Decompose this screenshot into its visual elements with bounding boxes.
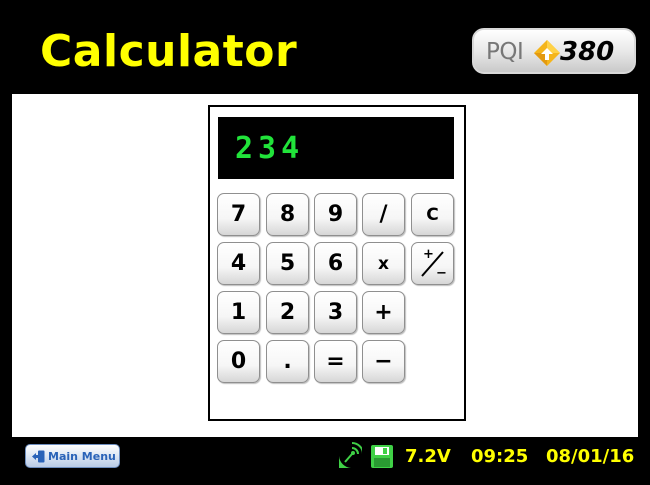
- key-2[interactable]: 2: [266, 291, 309, 334]
- key-1[interactable]: 1: [217, 291, 260, 334]
- key-plus-minus[interactable]: + −: [411, 242, 454, 285]
- key-7[interactable]: 7: [217, 193, 260, 236]
- header-bar: Calculator PQI 380: [12, 10, 638, 94]
- logo-arrow-icon: [534, 40, 560, 66]
- floppy-disk-icon: [371, 445, 393, 468]
- key-clear[interactable]: C: [411, 193, 454, 236]
- page-title: Calculator: [40, 26, 298, 77]
- logo-text: PQI: [486, 39, 524, 65]
- main-area: 234 7 8 9 / C 4 5 6 x + − 1 2 3 + 0 . = …: [12, 94, 638, 437]
- main-menu-button[interactable]: Main Menu: [25, 444, 120, 468]
- key-4[interactable]: 4: [217, 242, 260, 285]
- battery-voltage: 7.2V: [405, 446, 451, 467]
- key-5[interactable]: 5: [266, 242, 309, 285]
- clock-time: 09:25: [471, 446, 529, 467]
- main-menu-label: Main Menu: [48, 449, 116, 463]
- key-plus[interactable]: +: [362, 291, 405, 334]
- key-0[interactable]: 0: [217, 340, 260, 383]
- satellite-icon: [339, 442, 362, 468]
- key-3[interactable]: 3: [314, 291, 357, 334]
- calculator-display: 234: [218, 117, 454, 179]
- key-6[interactable]: 6: [314, 242, 357, 285]
- brand-logo: PQI 380: [472, 28, 636, 74]
- key-divide[interactable]: /: [362, 193, 405, 236]
- display-value: 234: [235, 131, 305, 166]
- status-bar: Main Menu 7.2V 09:25 08/01/16: [12, 437, 638, 475]
- logo-model-number: 380: [560, 37, 615, 67]
- calculator-panel: 234 7 8 9 / C 4 5 6 x + − 1 2 3 + 0 . = …: [208, 105, 466, 421]
- exit-door-icon: [32, 450, 45, 462]
- key-multiply[interactable]: x: [362, 242, 405, 285]
- device-screen: Calculator PQI 380 234 7 8 9 / C 4 5 6 x…: [10, 8, 640, 477]
- key-8[interactable]: 8: [266, 193, 309, 236]
- key-9[interactable]: 9: [314, 193, 357, 236]
- date-display: 08/01/16: [546, 446, 635, 467]
- plus-minus-minus: −: [436, 266, 447, 281]
- key-decimal[interactable]: .: [266, 340, 309, 383]
- key-equals[interactable]: =: [314, 340, 357, 383]
- key-minus[interactable]: −: [362, 340, 405, 383]
